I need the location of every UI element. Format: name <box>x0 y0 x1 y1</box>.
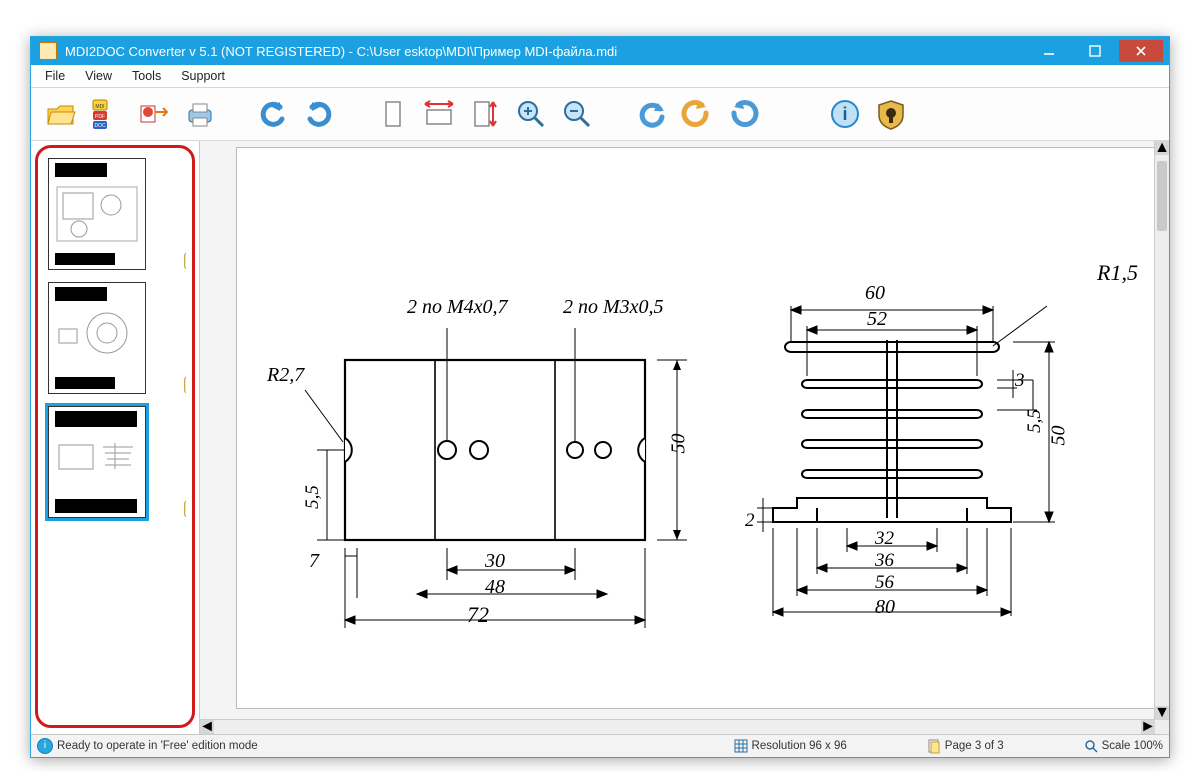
app-window: MDI2DOC Converter v 5.1 (NOT REGISTERED)… <box>30 36 1170 758</box>
page-thumbnail-2[interactable]: 2 <box>48 282 180 394</box>
dim-55-left: 5,5 <box>302 485 324 509</box>
scroll-right-icon[interactable]: ► <box>1141 720 1155 734</box>
vertical-scrollbar[interactable]: ▲ ▼ <box>1154 141 1169 734</box>
rotate-left-button[interactable] <box>675 92 719 136</box>
title-bar: MDI2DOC Converter v 5.1 (NOT REGISTERED)… <box>31 37 1169 65</box>
dim-50-right: 50 <box>1048 426 1071 446</box>
menu-bar: File View Tools Support <box>31 65 1169 88</box>
svg-text:MDI: MDI <box>95 104 104 110</box>
info-button[interactable]: i <box>823 92 867 136</box>
dim-36: 36 <box>875 550 894 572</box>
print-button[interactable] <box>177 92 221 136</box>
page-badge: 1 <box>184 252 186 270</box>
zoom-out-button[interactable] <box>555 92 599 136</box>
dim-2: 2 <box>745 510 755 532</box>
horizontal-scrollbar[interactable]: ◄ ► <box>200 719 1155 734</box>
menu-tools[interactable]: Tools <box>122 67 171 85</box>
dim-50-left: 50 <box>668 434 691 454</box>
page-icon <box>927 739 941 753</box>
menu-support[interactable]: Support <box>171 67 235 85</box>
open-file-button[interactable] <box>39 92 83 136</box>
svg-text:PDF: PDF <box>95 114 105 120</box>
zoom-icon <box>1084 739 1098 753</box>
fit-width-landscape-button[interactable] <box>417 92 461 136</box>
status-page: Page 3 of 3 <box>945 740 1004 752</box>
document-page: 2 по M4x0,7 2 по M3x0,5 R2,7 <box>236 147 1163 709</box>
toolbar: MDI PDF DOC <box>31 88 1169 141</box>
info-icon: i <box>37 738 53 754</box>
rotate-right-button[interactable] <box>721 92 765 136</box>
svg-text:i: i <box>842 104 847 124</box>
resolution-icon <box>734 739 748 753</box>
scroll-down-icon[interactable]: ▼ <box>1155 706 1169 720</box>
dim-55-right: 5,5 <box>1024 409 1046 433</box>
maximize-button[interactable] <box>1073 40 1117 62</box>
thumbnails-panel[interactable]: 1 2 <box>42 152 186 721</box>
dim-32: 32 <box>875 528 894 550</box>
content-area: 1 2 <box>31 141 1169 734</box>
page-thumbnail-1[interactable]: 1 <box>48 158 180 270</box>
dim-80: 80 <box>875 596 895 619</box>
status-resolution: Resolution 96 x 96 <box>752 740 847 752</box>
thumbnails-panel-highlight: 1 2 <box>35 145 195 728</box>
window-title: MDI2DOC Converter v 5.1 (NOT REGISTERED)… <box>65 44 617 59</box>
page-thumbnail-3[interactable]: 3 <box>48 406 180 518</box>
rotate-ccw-button[interactable] <box>629 92 673 136</box>
document-viewer[interactable]: 2 по M4x0,7 2 по M3x0,5 R2,7 <box>199 141 1169 734</box>
undo-button[interactable] <box>251 92 295 136</box>
dim-72: 72 <box>467 602 489 628</box>
menu-view[interactable]: View <box>75 67 122 85</box>
zoom-in-button[interactable] <box>509 92 553 136</box>
page-badge: 3 <box>184 500 186 518</box>
app-icon <box>39 42 57 60</box>
status-scale: Scale 100% <box>1102 740 1163 752</box>
dim-30: 30 <box>485 550 505 573</box>
menu-file[interactable]: File <box>35 67 75 85</box>
scroll-up-icon[interactable]: ▲ <box>1155 141 1169 155</box>
minimize-button[interactable] <box>1027 40 1071 62</box>
fit-width-portrait-button[interactable] <box>371 92 415 136</box>
status-bar: i Ready to operate in 'Free' edition mod… <box>31 734 1169 757</box>
fit-height-button[interactable] <box>463 92 507 136</box>
scroll-left-icon[interactable]: ◄ <box>200 720 214 734</box>
convert-button[interactable] <box>131 92 175 136</box>
status-ready: Ready to operate in 'Free' edition mode <box>57 740 258 752</box>
register-button[interactable] <box>869 92 913 136</box>
convert-to-pdf-doc-button[interactable]: MDI PDF DOC <box>85 92 129 136</box>
page-badge: 2 <box>184 376 186 394</box>
dim-56: 56 <box>875 572 894 594</box>
dim-3: 3 <box>1015 370 1025 392</box>
label-r15: R1,5 <box>1097 260 1138 286</box>
dim-48: 48 <box>485 576 505 599</box>
svg-text:DOC: DOC <box>94 123 106 129</box>
close-button[interactable] <box>1119 40 1163 62</box>
redo-button[interactable] <box>297 92 341 136</box>
dim-7: 7 <box>309 550 319 573</box>
